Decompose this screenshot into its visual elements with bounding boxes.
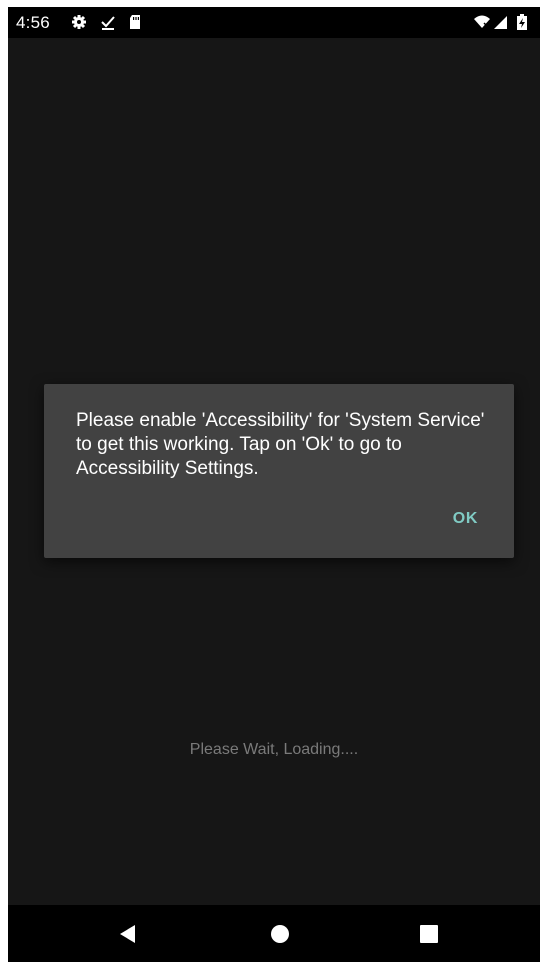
settings-gear-icon bbox=[71, 14, 87, 30]
download-done-icon bbox=[100, 14, 116, 30]
cell-signal-icon bbox=[494, 14, 510, 30]
recents-icon[interactable] bbox=[417, 922, 441, 946]
accessibility-dialog: Please enable 'Accessibility' for 'Syste… bbox=[44, 384, 514, 558]
phone-screen: 4:56 Please enable 'Accessibility' for '… bbox=[8, 7, 540, 962]
battery-charging-icon bbox=[516, 14, 528, 30]
status-time: 4:56 bbox=[16, 13, 50, 32]
sd-card-icon bbox=[127, 14, 143, 30]
loading-text: Please Wait, Loading.... bbox=[189, 741, 359, 758]
navigation-bar bbox=[8, 905, 540, 962]
home-icon[interactable] bbox=[268, 922, 292, 946]
wifi-off-icon bbox=[473, 14, 490, 30]
dialog-message: Please enable 'Accessibility' for 'Syste… bbox=[76, 410, 485, 479]
back-icon[interactable] bbox=[116, 922, 140, 946]
status-bar: 4:56 bbox=[8, 7, 540, 38]
ok-button[interactable]: OK bbox=[447, 506, 484, 532]
